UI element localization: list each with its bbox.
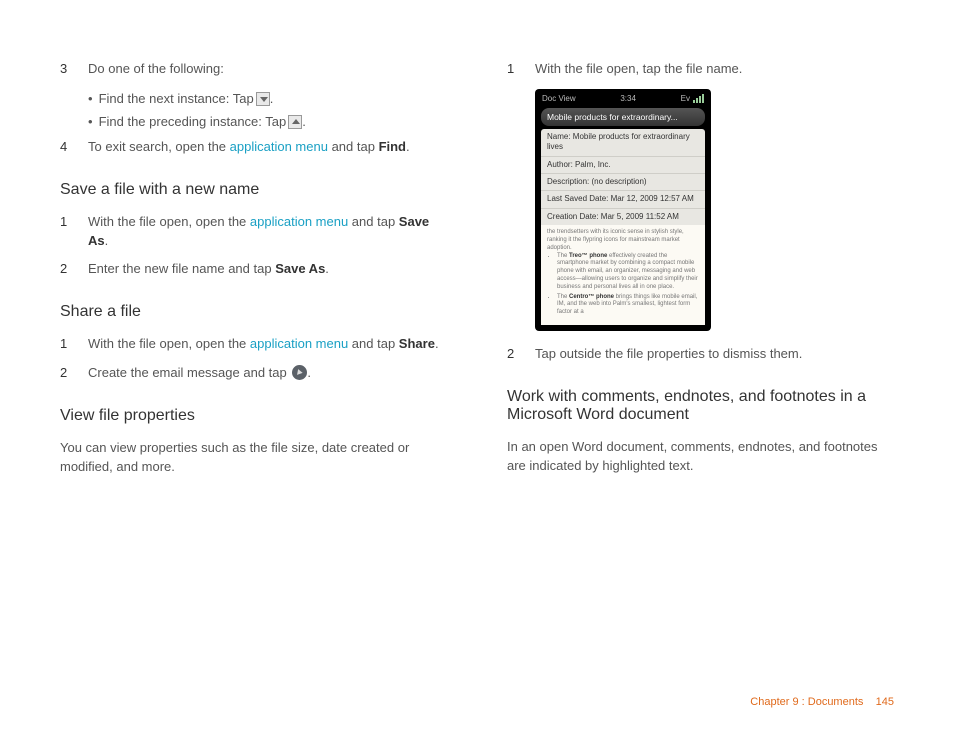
right-step-1: 1 With the file open, tap the file name. xyxy=(507,60,894,79)
step-number: 3 xyxy=(60,60,88,79)
heading-view-properties: View file properties xyxy=(60,407,447,425)
phone-properties-card: Name: Mobile products for extraordinary … xyxy=(541,129,705,225)
heading-share-file: Share a file xyxy=(60,303,447,321)
step-text: Create the email message and tap . xyxy=(88,364,447,383)
step-number: 2 xyxy=(60,364,88,383)
prop-last-saved: Last Saved Date: Mar 12, 2009 12:57 AM xyxy=(541,191,705,208)
step-text: With the file open, tap the file name. xyxy=(535,60,894,79)
triangle-up-icon xyxy=(288,115,302,129)
phone-app-name: Doc View xyxy=(542,94,576,103)
step-number: 4 xyxy=(60,138,88,157)
step-number: 1 xyxy=(60,213,88,251)
right-step-2: 2 Tap outside the file properties to dis… xyxy=(507,345,894,364)
step-3: 3 Do one of the following: xyxy=(60,60,447,79)
right-column: 1 With the file open, tap the file name.… xyxy=(507,60,894,487)
view-properties-para: You can view properties such as the file… xyxy=(60,439,447,477)
left-column: 3 Do one of the following: Find the next… xyxy=(60,60,447,487)
share-step-1: 1 With the file open, open the applicati… xyxy=(60,335,447,354)
page-footer: Chapter 9 : Documents 145 xyxy=(750,696,894,708)
step-text: With the file open, open the application… xyxy=(88,213,447,251)
phone-network: Ev xyxy=(681,94,690,103)
step-text: To exit search, open the application men… xyxy=(88,138,447,157)
step-number: 1 xyxy=(507,60,535,79)
heading-save-file: Save a file with a new name xyxy=(60,181,447,199)
phone-status-bar: Doc View 3:34 Ev xyxy=(538,92,708,105)
application-menu-link[interactable]: application menu xyxy=(230,139,328,154)
application-menu-link[interactable]: application menu xyxy=(250,214,348,229)
send-icon xyxy=(292,365,307,380)
phone-screenshot: Doc View 3:34 Ev Mobile products for ext… xyxy=(535,89,711,331)
step-text: Enter the new file name and tap Save As. xyxy=(88,260,447,279)
step-number: 2 xyxy=(60,260,88,279)
step-text: With the file open, open the application… xyxy=(88,335,447,354)
heading-comments: Work with comments, endnotes, and footno… xyxy=(507,388,894,424)
prop-creation-date: Creation Date: Mar 5, 2009 11:52 AM xyxy=(541,209,705,225)
prop-description: Description: (no description) xyxy=(541,174,705,191)
signal-bars-icon xyxy=(693,94,704,103)
substep-text: Find the preceding instance: Tap xyxy=(99,112,287,132)
application-menu-link[interactable]: application menu xyxy=(250,336,348,351)
step-4: 4 To exit search, open the application m… xyxy=(60,138,447,157)
share-step-2: 2 Create the email message and tap . xyxy=(60,364,447,383)
substep-text: Find the next instance: Tap xyxy=(99,89,254,109)
substep-find-next: Find the next instance: Tap . xyxy=(88,89,447,109)
save-step-2: 2 Enter the new file name and tap Save A… xyxy=(60,260,447,279)
phone-doc-title: Mobile products for extraordinary... xyxy=(541,108,705,126)
phone-doc-preview: the trendsetters with its iconic sense i… xyxy=(541,225,705,325)
step-text: Do one of the following: xyxy=(88,60,447,79)
save-step-1: 1 With the file open, open the applicati… xyxy=(60,213,447,251)
comments-para: In an open Word document, comments, endn… xyxy=(507,438,894,476)
substep-find-prev: Find the preceding instance: Tap . xyxy=(88,112,447,132)
triangle-down-icon xyxy=(256,92,270,106)
step-number: 1 xyxy=(60,335,88,354)
prop-name: Name: Mobile products for extraordinary … xyxy=(541,129,705,157)
step-number: 2 xyxy=(507,345,535,364)
phone-time: 3:34 xyxy=(620,94,636,103)
footer-page-number: 145 xyxy=(876,696,894,708)
step-text: Tap outside the file properties to dismi… xyxy=(535,345,894,364)
footer-chapter: Chapter 9 : Documents xyxy=(750,696,863,708)
prop-author: Author: Palm, Inc. xyxy=(541,157,705,174)
